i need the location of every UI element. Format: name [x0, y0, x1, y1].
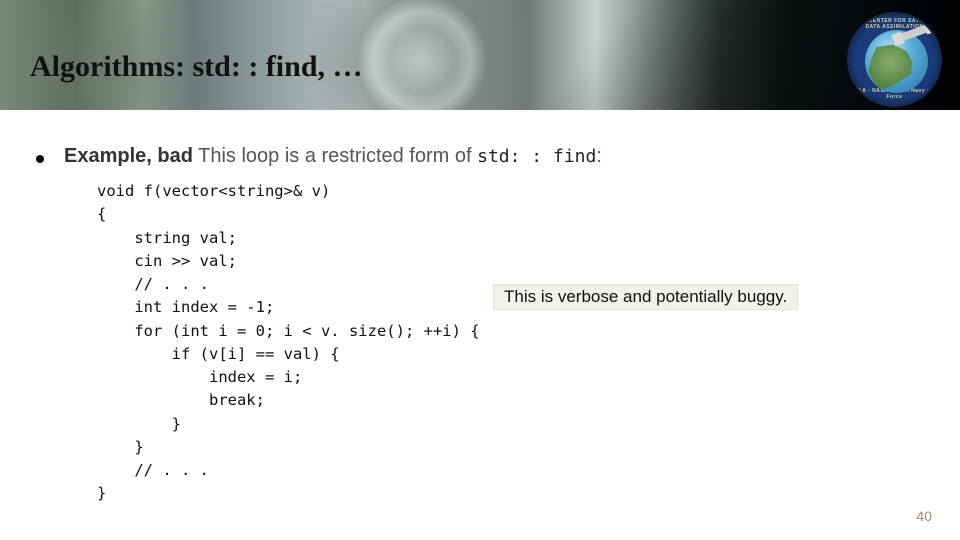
- code-line: cin >> val;: [97, 252, 237, 270]
- example-description: This loop is a restricted form of: [193, 145, 477, 167]
- code-line: void f(vector<string>& v): [97, 182, 330, 200]
- code-line: int index = -1;: [97, 298, 274, 316]
- code-line: }: [97, 484, 106, 502]
- code-line: }: [97, 438, 144, 456]
- code-line: // . . .: [97, 275, 209, 293]
- code-line: break;: [97, 391, 265, 409]
- slide-title: Algorithms: std: : find, …: [30, 50, 363, 84]
- slide-content: Example, bad This loop is a restricted f…: [0, 110, 960, 512]
- code-line: {: [97, 205, 106, 223]
- example-colon: :: [596, 145, 602, 167]
- code-line: string val;: [97, 229, 237, 247]
- bullet-icon: [36, 155, 44, 163]
- annotation-box: This is verbose and potentially buggy.: [493, 284, 798, 310]
- jcsda-logo: JOINT CENTER FOR SATELLITE DATA ASSIMILA…: [847, 12, 942, 107]
- page-number: 40: [916, 508, 932, 524]
- example-heading: Example, bad This loop is a restricted f…: [64, 145, 930, 168]
- example-label: Example, bad: [64, 145, 193, 167]
- code-block: void f(vector<string>& v) { string val; …: [97, 178, 897, 512]
- example-mono-ref: std: : find: [477, 146, 596, 167]
- code-line: if (v[i] == val) {: [97, 345, 340, 363]
- code-line: }: [97, 415, 181, 433]
- code-line: index = i;: [97, 368, 302, 386]
- code-line: // . . .: [97, 461, 209, 479]
- annotation-text: This is verbose and potentially buggy.: [504, 287, 787, 306]
- code-line: for (int i = 0; i < v. size(); ++i) {: [97, 322, 480, 340]
- header-image-band: Algorithms: std: : find, … JOINT CENTER …: [0, 0, 960, 110]
